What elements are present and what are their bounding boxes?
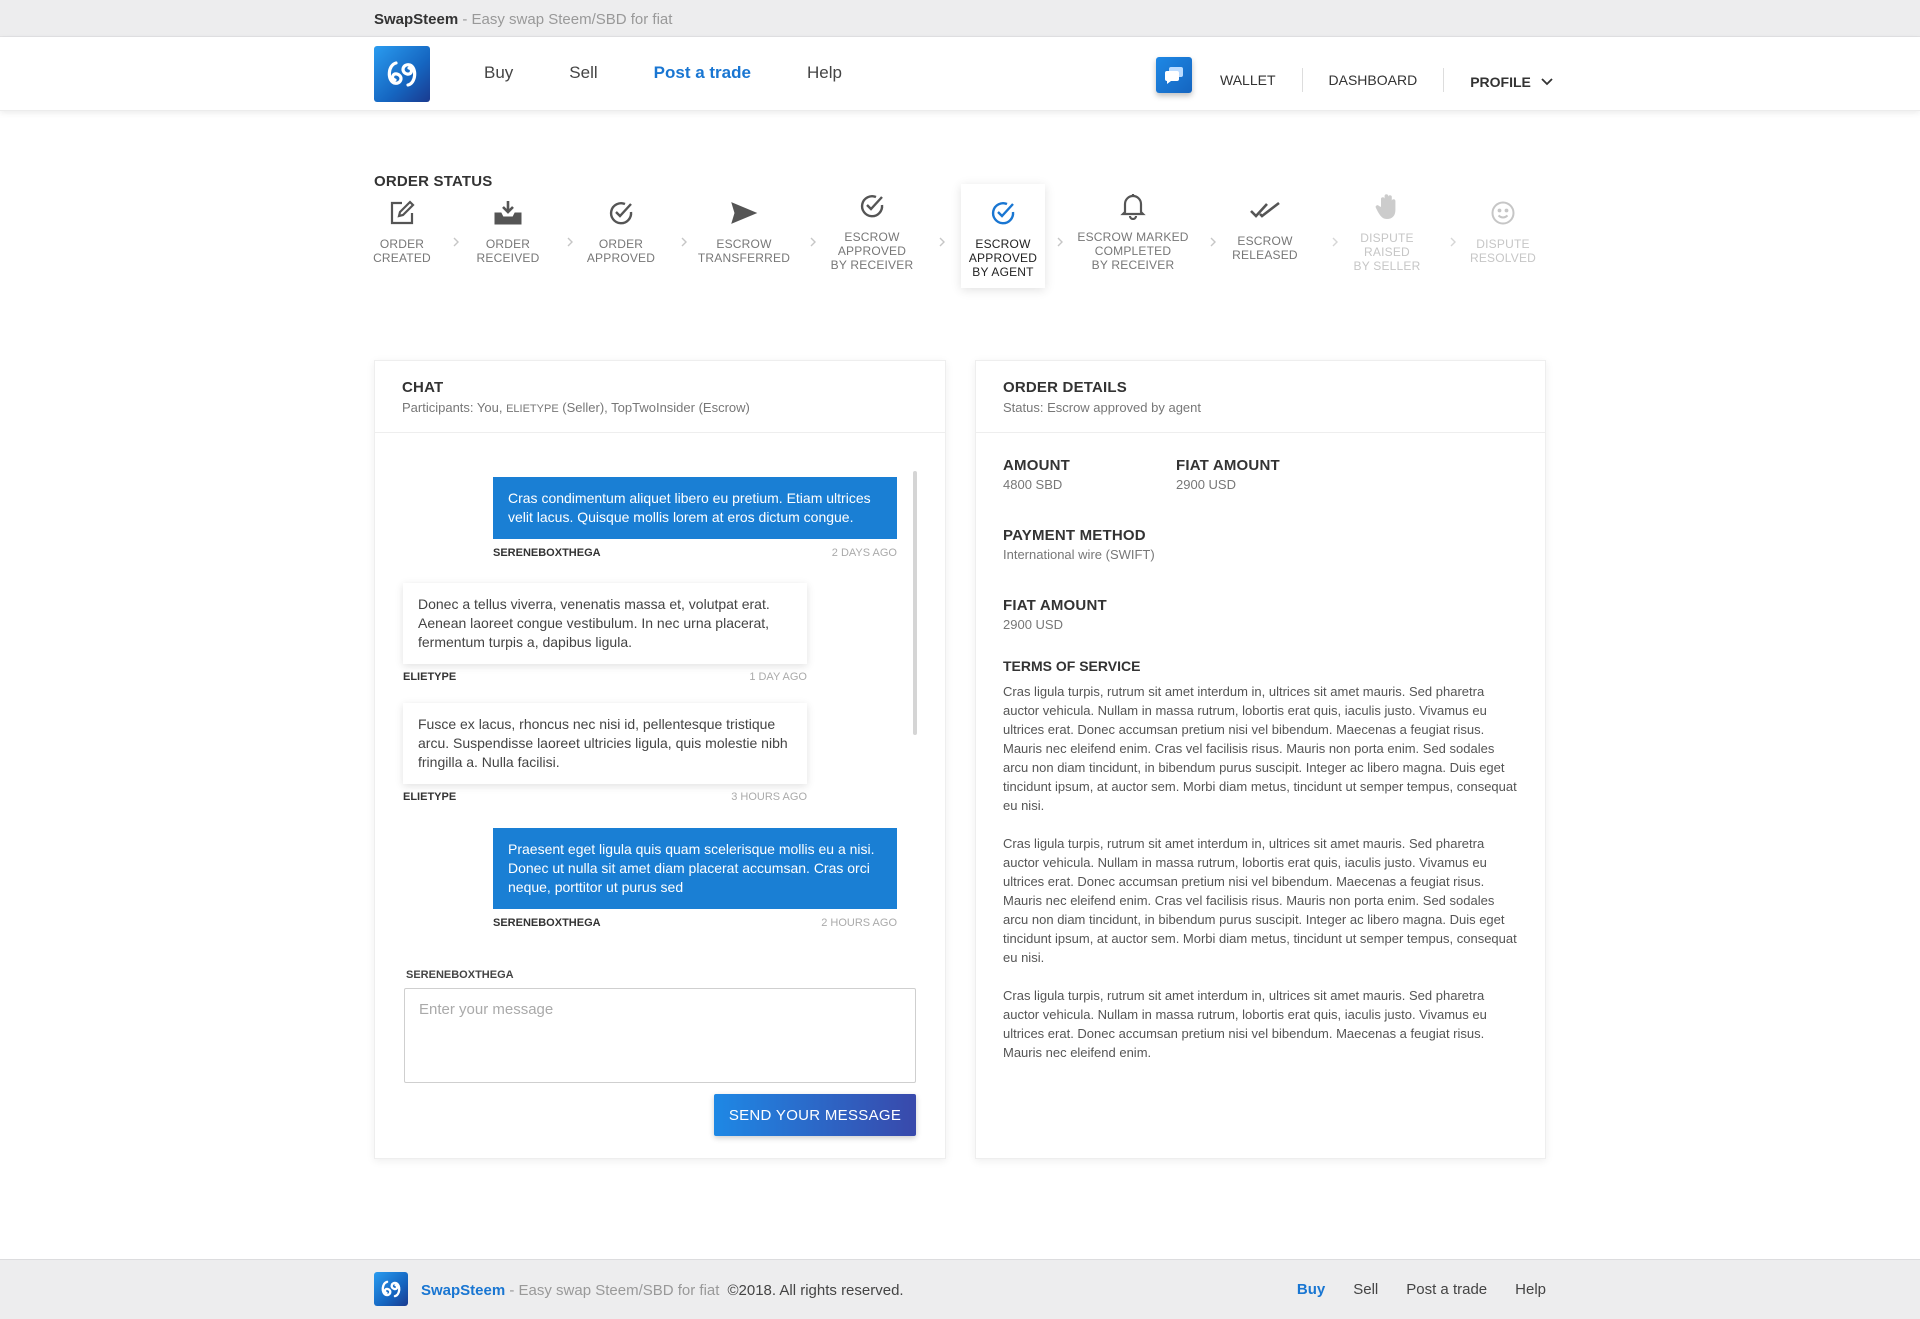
step-order-received: ORDER RECEIVED [466, 193, 550, 265]
nav-buy[interactable]: Buy [484, 63, 513, 83]
nav-post-trade[interactable]: Post a trade [654, 63, 751, 83]
send-icon [731, 202, 758, 224]
chevron-right-icon [1450, 237, 1456, 247]
step-escrow-approved-agent: ESCROW APPROVED BY AGENT [961, 184, 1045, 288]
order-details-header: ORDER DETAILS Status: Escrow approved by… [976, 361, 1545, 433]
chevron-right-icon [810, 237, 816, 247]
footer-tagline: - Easy swap Steem/SBD for fiat [505, 1282, 720, 1299]
terms-paragraph: Cras ligula turpis, rutrum sit amet inte… [1003, 988, 1487, 1060]
chat-scrollbar[interactable] [913, 471, 917, 735]
nav-dashboard[interactable]: DASHBOARD [1303, 68, 1445, 92]
message-input-label: SERENEBOXTHEGA [406, 969, 514, 981]
chevron-right-icon [681, 237, 687, 247]
step-escrow-marked-completed: ESCROW MARKED COMPLETED BY RECEIVER [1076, 186, 1190, 272]
message-input[interactable] [404, 988, 916, 1083]
message-time: 3 HOURS AGO [731, 791, 807, 803]
terms-of-service: Cras ligula turpis, rutrum sit amet inte… [1003, 682, 1520, 1081]
fiat-amount-field-2: FIAT AMOUNT 2900 USD [1003, 597, 1107, 632]
check-circle-icon [991, 202, 1015, 225]
footer: SwapSteem - Easy swap Steem/SBD for fiat… [0, 1259, 1920, 1319]
footer-brand[interactable]: SwapSteem [421, 1282, 505, 1299]
chat-participants: Participants: You, ELIETYPE (Seller), To… [402, 400, 750, 415]
message-time: 2 DAYS AGO [831, 547, 897, 559]
profile-label: PROFILE [1470, 74, 1531, 90]
edit-icon [390, 200, 415, 225]
nav-wallet[interactable]: WALLET [1220, 68, 1303, 92]
footer-logo[interactable] [374, 1272, 408, 1306]
chevron-right-icon [1210, 237, 1216, 247]
terms-paragraph: Cras ligula turpis, rutrum sit amet inte… [1003, 836, 1517, 965]
chat-message: Praesent eget ligula quis quam scelerisq… [493, 828, 897, 909]
inbox-download-icon [494, 201, 522, 225]
footer-nav-post-trade[interactable]: Post a trade [1406, 1281, 1487, 1298]
nav-sell[interactable]: Sell [569, 63, 597, 83]
order-details-panel: ORDER DETAILS Status: Escrow approved by… [975, 360, 1546, 1159]
footer-nav: Buy Sell Post a trade Help [1269, 1281, 1546, 1298]
fiat-amount-field: FIAT AMOUNT 2900 USD [1176, 457, 1280, 492]
chat-panel: CHAT Participants: You, ELIETYPE (Seller… [374, 360, 946, 1159]
step-order-created: ORDER CREATED [360, 193, 444, 265]
chevron-right-icon [567, 237, 573, 247]
chevron-right-icon [1332, 237, 1338, 247]
main-nav: Buy Sell Post a trade Help [484, 63, 898, 83]
chat-message: Fusce ex lacus, rhoncus nec nisi id, pel… [403, 703, 807, 784]
step-dispute-resolved: DISPUTE RESOLVED [1460, 193, 1546, 265]
nav-profile[interactable]: PROFILE [1444, 68, 1553, 92]
footer-nav-help[interactable]: Help [1515, 1281, 1546, 1298]
footer-copyright: ©2018. All rights reserved. [727, 1282, 904, 1299]
step-escrow-transferred: ESCROW TRANSFERRED [694, 193, 794, 265]
main-header: Buy Sell Post a trade Help WALLET DASHBO… [0, 37, 1920, 111]
message-time: 1 DAY AGO [749, 671, 807, 683]
top-bar-brand: SwapSteem [374, 11, 459, 28]
amount-field: AMOUNT 4800 SBD [1003, 457, 1071, 492]
chevron-down-icon [1541, 78, 1553, 86]
message-time: 2 HOURS AGO [821, 917, 897, 929]
chat-button[interactable] [1156, 57, 1192, 93]
message-author: SERENEBOXTHEGA [493, 547, 601, 559]
smile-icon [1491, 201, 1515, 225]
message-author: ELIETYPE [403, 671, 457, 683]
order-details-title: ORDER DETAILS [1003, 379, 1127, 396]
message-author: SERENEBOXTHEGA [493, 917, 601, 929]
chat-header: CHAT Participants: You, ELIETYPE (Seller… [375, 361, 945, 433]
terms-paragraph: Cras ligula turpis, rutrum sit amet inte… [1003, 684, 1517, 813]
chevron-right-icon [939, 237, 945, 247]
chat-message: Donec a tellus viverra, venenatis massa … [403, 583, 807, 664]
payment-method-field: PAYMENT METHOD International wire (SWIFT… [1003, 527, 1155, 562]
order-details-status: Status: Escrow approved by agent [1003, 400, 1202, 415]
top-bar-text: SwapSteem - Easy swap Steem/SBD for fiat [374, 11, 672, 28]
chevron-right-icon [1057, 237, 1063, 247]
double-check-icon [1250, 201, 1280, 218]
step-order-approved: ORDER APPROVED [579, 193, 663, 265]
check-circle-icon [609, 202, 633, 225]
step-dispute-raised: DISPUTE RAISED BY SELLER [1344, 187, 1430, 273]
chat-title: CHAT [402, 379, 444, 396]
step-escrow-approved-receiver: ESCROW APPROVED BY RECEIVER [822, 186, 922, 272]
check-circle-icon [860, 195, 884, 218]
chevron-right-icon [453, 237, 459, 247]
swapsteem-logo[interactable] [374, 46, 430, 102]
hand-icon [1375, 194, 1396, 219]
bell-icon [1120, 194, 1146, 220]
terms-title: TERMS OF SERVICE [1003, 658, 1141, 674]
order-status-steps: ORDER CREATED ORDER RECEIVED ORDER APPRO… [360, 184, 1570, 303]
step-escrow-released: ESCROW RELEASED [1222, 190, 1308, 262]
order-status-title: ORDER STATUS [374, 173, 493, 190]
footer-nav-buy[interactable]: Buy [1297, 1281, 1325, 1298]
chat-bubble-icon [1165, 67, 1183, 84]
top-bar-tagline: - Easy swap Steem/SBD for fiat [458, 11, 673, 28]
nav-help[interactable]: Help [807, 63, 842, 83]
message-author: ELIETYPE [403, 791, 457, 803]
chat-message: Cras condimentum aliquet libero eu preti… [493, 477, 897, 539]
account-nav: WALLET DASHBOARD PROFILE [1220, 68, 1553, 92]
send-message-button[interactable]: SEND YOUR MESSAGE [714, 1094, 916, 1136]
top-bar: SwapSteem - Easy swap Steem/SBD for fiat [0, 0, 1920, 37]
footer-nav-sell[interactable]: Sell [1353, 1281, 1378, 1298]
footer-text: SwapSteem - Easy swap Steem/SBD for fiat… [421, 1282, 904, 1299]
